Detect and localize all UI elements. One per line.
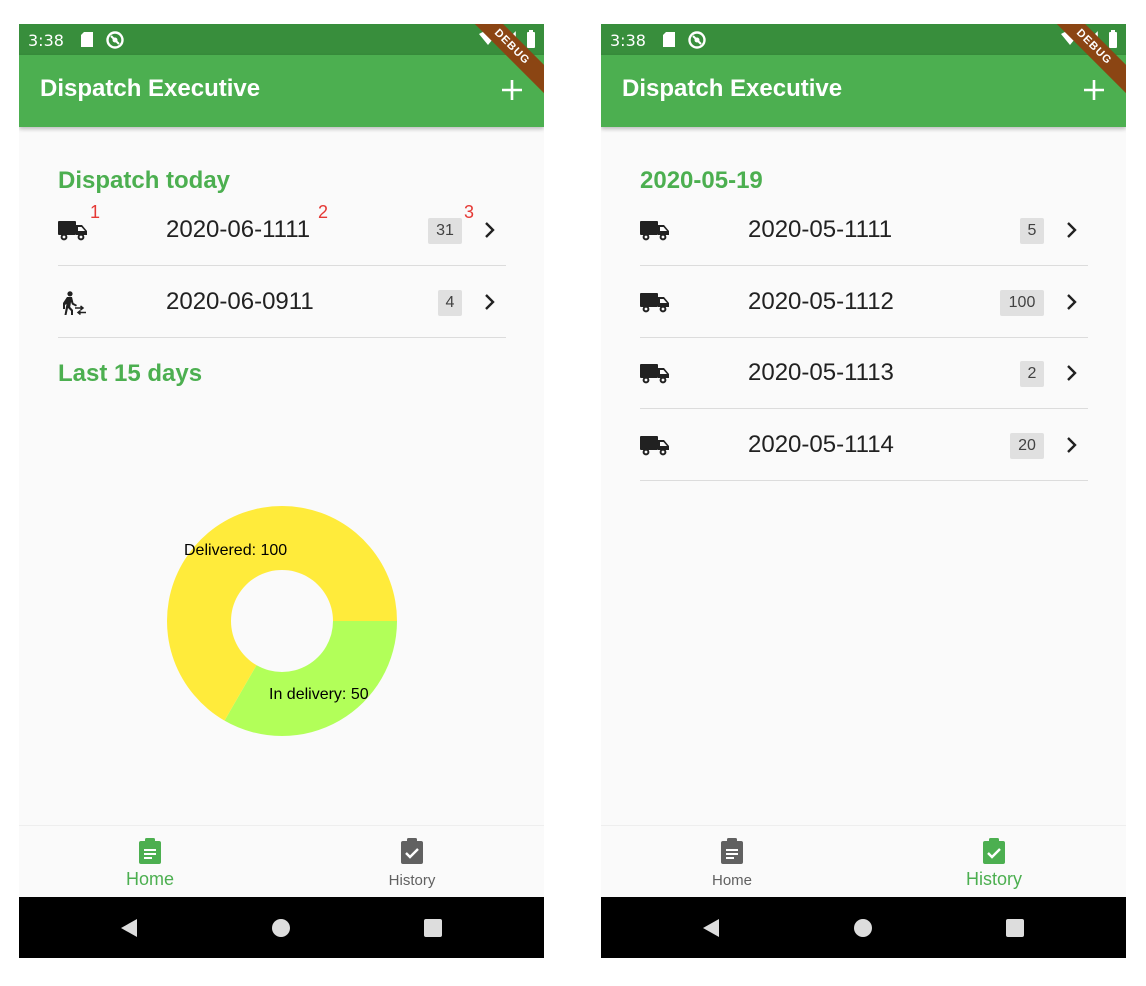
pie-slice-delivered [166,505,397,721]
chevron-right-icon [483,221,495,239]
nav-history[interactable]: History [863,826,1125,898]
sd-card-icon [81,32,93,47]
history-row[interactable]: 2020-05-1111 5 [640,195,1088,266]
count-badge: 5 [1020,218,1044,244]
pie-slice-in-delivery [224,621,397,736]
truck-icon [640,434,670,458]
annotation-marker: 3 [464,202,475,222]
system-navigation-bar [601,897,1126,958]
dispatch-id: 2020-06-0911 [166,288,314,315]
add-icon[interactable] [497,75,527,105]
home-screen: 3:38 DEBUG Dispatch Executive Dispatch t… [19,24,544,958]
nav-home[interactable]: Home [19,826,281,898]
home-content: Dispatch today 2020-06-1111 31 1 2 3 202… [19,127,544,825]
count-badge: 2 [1020,361,1044,387]
app-bar: Dispatch Executive [601,55,1126,127]
annotation-marker: 1 [90,202,101,222]
status-time: 3:38 [610,31,646,50]
status-bar: 3:38 [19,24,544,55]
system-navigation-bar [19,897,544,958]
chevron-right-icon [1065,364,1077,382]
assignment-icon [720,838,744,864]
dispatch-row[interactable]: 2020-06-0911 4 [58,267,506,338]
truck-icon [640,291,670,315]
history-row[interactable]: 2020-05-1113 2 [640,338,1088,409]
bottom-navigation: Home History [19,825,544,897]
truck-icon [640,219,670,243]
app-title: Dispatch Executive [622,75,843,102]
add-icon[interactable] [1079,75,1109,105]
dispatch-today-title: Dispatch today [58,167,231,194]
chevron-right-icon [1065,293,1077,311]
history-content: 2020-05-19 2020-05-1111 5 2020-05-1112 1… [601,127,1126,825]
count-badge: 4 [438,290,462,316]
chevron-right-icon [483,293,495,311]
truck-icon [58,219,88,243]
home-circle-icon[interactable] [853,918,873,938]
assignment-turned-in-icon [400,838,424,864]
count-badge: 31 [428,218,462,244]
sync-icon [688,31,706,49]
recents-icon[interactable] [1005,918,1025,938]
count-badge: 100 [1000,290,1044,316]
back-icon[interactable] [119,918,139,938]
pie-label: In delivery: 50 [269,686,369,703]
chevron-right-icon [1065,221,1077,239]
dispatch-id: 2020-06-1111 [166,216,311,243]
nav-history[interactable]: History [281,826,543,898]
walking-transfer-icon [58,291,88,315]
app-title: Dispatch Executive [40,75,261,102]
pie-label: Delivered: 100 [184,542,287,559]
back-icon[interactable] [701,918,721,938]
sync-icon [106,31,124,49]
dispatch-row[interactable]: 2020-06-1111 31 1 2 3 [58,195,506,266]
sd-card-icon [663,32,675,47]
home-circle-icon[interactable] [271,918,291,938]
history-row[interactable]: 2020-05-1112 100 [640,267,1088,338]
app-bar: Dispatch Executive [19,55,544,127]
nav-home-label: Home [125,869,174,889]
assignment-turned-in-icon [982,838,1006,864]
bottom-navigation: Home History [601,825,1126,897]
history-screen: 3:38 DEBUG Dispatch Executive 2020-05-19… [601,24,1126,958]
nav-home-label: Home [711,872,752,889]
status-time: 3:38 [28,31,64,50]
status-bar: 3:38 [601,24,1126,55]
nav-home[interactable]: Home [601,826,863,898]
dispatch-id: 2020-05-1114 [748,431,894,458]
chevron-right-icon [1065,436,1077,454]
dispatch-id: 2020-05-1111 [748,216,893,243]
annotation-marker: 2 [318,202,329,222]
dispatch-id: 2020-05-1112 [748,288,894,315]
assignment-icon [138,838,162,864]
history-row[interactable]: 2020-05-1114 20 [640,410,1088,481]
dispatch-id: 2020-05-1113 [748,359,894,386]
nav-history-label: History [965,869,1022,889]
recents-icon[interactable] [423,918,443,938]
count-badge: 20 [1010,433,1044,459]
truck-icon [640,362,670,386]
last-days-title: Last 15 days [58,360,203,387]
nav-history-label: History [388,872,436,889]
history-date-title: 2020-05-19 [640,167,763,194]
